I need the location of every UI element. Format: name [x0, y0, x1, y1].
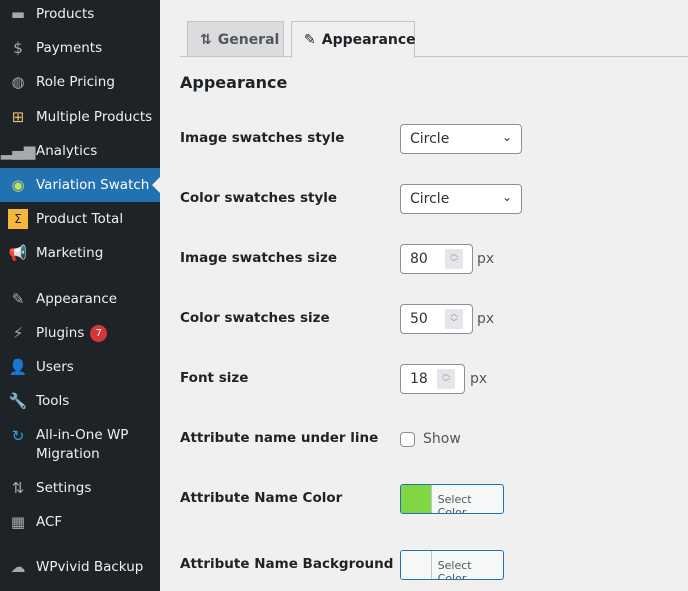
image-swatches-style-select[interactable]: Circle ⌄ — [400, 124, 522, 154]
basket-icon: ⊞ — [11, 108, 25, 126]
chevron-down-icon: ⌄ — [501, 190, 512, 204]
sidebar-item-appearance[interactable]: ✎ Appearance — [0, 282, 160, 316]
label: ACF — [36, 514, 63, 530]
attribute-name-color-label: Attribute Name Color — [180, 490, 343, 506]
image-swatches-size-input[interactable]: 80 ︿ ﹀ — [400, 244, 473, 274]
label: Products — [36, 6, 95, 22]
color-swatches-style-label: Color swatches style — [180, 190, 338, 206]
label: Analytics — [36, 143, 98, 159]
attribute-underline-label: Attribute name under line — [180, 430, 379, 446]
label: Variation Swatch — [36, 177, 150, 193]
admin-sidebar: ▬ Products $ Payments ◍ Role Pricing ⊞ Multi… — [0, 0, 160, 591]
selected-value: Circle — [410, 131, 450, 147]
unit-label: px — [477, 251, 495, 267]
sidebar-item-plugins[interactable]: ⚡ Plugins 7 — [0, 316, 160, 350]
sidebar-item-acf[interactable]: ▦ ACF — [0, 505, 160, 539]
label: Users — [36, 359, 74, 375]
sidebar-item-wpvivid-backup[interactable]: ☁ WPvivid Backup — [0, 550, 160, 584]
sigma-icon: Σ — [8, 209, 28, 229]
value: 80 — [410, 251, 428, 267]
tab-general[interactable]: ⇅ General — [187, 21, 284, 57]
color-swatch — [401, 551, 432, 579]
attribute-name-background-label: Attribute Name Background — [180, 556, 394, 572]
sidebar-item-analytics[interactable]: ▂▄▆ Analytics — [0, 134, 160, 168]
unit-label: px — [470, 371, 488, 387]
plug-icon: ⚡ — [12, 324, 24, 342]
wrench-icon: 🔧 — [8, 392, 28, 410]
label: Plugins — [36, 325, 85, 341]
bar-chart-icon: ▂▄▆ — [0, 142, 36, 160]
sidebar-item-payments[interactable]: $ Payments — [0, 31, 160, 65]
megaphone-icon: 📢 — [8, 244, 28, 262]
label: Role Pricing — [36, 74, 115, 90]
sidebar-item-product-total[interactable]: Σ Product Total — [0, 202, 160, 236]
color-swatches-size-label: Color swatches size — [180, 310, 330, 326]
label: Tools — [36, 393, 70, 409]
label: Marketing — [36, 245, 104, 261]
section-title: Appearance — [180, 73, 288, 92]
label: Appearance — [36, 291, 118, 307]
label: Settings — [36, 480, 92, 496]
tab-label: Appearance — [321, 32, 416, 48]
color-swatches-style-select[interactable]: Circle ⌄ — [400, 184, 522, 214]
select-color-label: Select Color — [437, 493, 472, 514]
spinner-icon[interactable]: ︿ ﹀ — [445, 249, 463, 269]
color-swatch — [401, 485, 432, 513]
sidebar-item-products[interactable]: ▬ Products — [0, 0, 160, 31]
spinner-icon[interactable]: ︿ ﹀ — [445, 309, 463, 329]
sidebar-item-multiple-products[interactable]: ⊞ Multiple Products — [0, 100, 160, 134]
show-underline-checkbox[interactable] — [400, 432, 415, 447]
sidebar-item-tools[interactable]: 🔧 Tools — [0, 384, 160, 418]
label: Multiple Products — [36, 109, 153, 125]
archive-icon: ▬ — [10, 5, 26, 23]
value: 50 — [410, 311, 428, 327]
sidebar-item-variation-swatch[interactable]: ◉ Variation Swatch — [0, 168, 160, 202]
font-size-input[interactable]: 18 ︿ ﹀ — [400, 364, 465, 394]
font-size-label: Font size — [180, 370, 249, 386]
value: 18 — [410, 371, 428, 387]
image-swatches-style-label: Image swatches style — [180, 130, 345, 146]
chevron-down-icon: ⌄ — [501, 130, 512, 144]
tab-label: General — [217, 31, 280, 48]
selected-value: Circle — [410, 191, 450, 207]
label: Payments — [36, 40, 103, 56]
sidebar-item-settings[interactable]: ⇅ Settings — [0, 471, 160, 505]
sliders-icon: ⇅ — [11, 479, 25, 497]
sidebar-item-all-in-one-wp-migration[interactable]: ↻ All-in-One WP Migration — [0, 426, 160, 466]
migration-icon: ↻ — [11, 427, 25, 445]
sliders-icon: ⇅ — [200, 31, 212, 48]
color-swatches-size-input[interactable]: 50 ︿ ﹀ — [400, 304, 473, 334]
cloud-icon: ☁ — [10, 558, 26, 576]
sidebar-item-marketing[interactable]: 📢 Marketing — [0, 236, 160, 270]
tab-appearance[interactable]: ✎ Appearance — [291, 21, 416, 58]
checkbox-label[interactable]: Show — [423, 431, 461, 447]
circle-target-icon: ◉ — [11, 176, 25, 194]
attribute-name-color-picker[interactable]: Select Color — [400, 484, 504, 514]
label: WPvivid Backup — [36, 559, 144, 575]
paintbrush-icon: ✎ — [304, 32, 316, 48]
dollar-icon: $ — [13, 39, 23, 57]
update-count-badge: 7 — [90, 324, 108, 342]
tab-divider — [180, 56, 688, 57]
label: Product Total — [36, 211, 124, 227]
user-icon: 👤 — [8, 358, 28, 376]
sidebar-item-role-pricing[interactable]: ◍ Role Pricing — [0, 65, 160, 99]
image-swatches-size-label: Image swatches size — [180, 250, 337, 266]
paintbrush-icon: ✎ — [11, 290, 25, 308]
role-pricing-icon: ◍ — [11, 73, 25, 91]
attribute-name-background-picker[interactable]: Select Color — [400, 550, 504, 580]
sidebar-item-users[interactable]: 👤 Users — [0, 350, 160, 384]
select-color-label: Select Color — [437, 559, 472, 580]
spinner-icon[interactable]: ︿ ﹀ — [437, 369, 455, 389]
unit-label: px — [477, 311, 495, 327]
table-icon: ▦ — [10, 513, 26, 531]
label: All-in-One WP Migration — [36, 427, 129, 462]
